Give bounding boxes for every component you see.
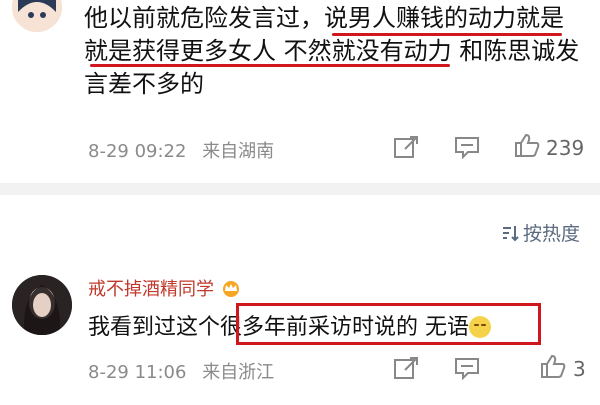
like-count: 3 (573, 357, 586, 381)
share-icon[interactable] (393, 356, 419, 380)
crown-badge-icon (223, 281, 239, 297)
comment-meta: 8-29 11:06 来自浙江 (88, 358, 274, 384)
section-divider (0, 183, 600, 195)
avatar[interactable] (12, 275, 72, 335)
red-underline (332, 33, 562, 36)
like-icon[interactable] (540, 354, 566, 378)
comment-time: 8-29 11:06 (88, 362, 187, 383)
username[interactable]: 戒不掉酒精同学 (88, 275, 242, 301)
comment-icon[interactable] (454, 135, 480, 159)
comment-location: 来自湖南 (202, 141, 275, 162)
like-icon[interactable] (514, 133, 540, 157)
username-text: 戒不掉酒精同学 (88, 279, 214, 300)
comment-meta: 8-29 09:22 来自湖南 (88, 137, 274, 163)
comment-icon[interactable] (454, 356, 480, 380)
comment-card-2: 按热度 戒不掉酒精同学 我看到过这个很多年前采访时说的 无语 8-29 11:0… (0, 195, 600, 405)
sort-icon (502, 225, 519, 241)
comment-text-before: 我看到过这个 (88, 315, 221, 340)
red-highlight-box (236, 303, 541, 345)
comment-line-1: 他以前就危险发言过，说男人赚钱的动力就是 (84, 4, 564, 32)
share-icon[interactable] (393, 135, 419, 159)
sort-label: 按热度 (522, 223, 580, 245)
comment-location: 来自浙江 (202, 362, 275, 383)
comment-card-1: 他以前就危险发言过，说男人赚钱的动力就是 就是获得更多女人 不然就没有动力 和陈… (0, 0, 600, 183)
avatar[interactable] (12, 0, 62, 32)
comment-line-3: 言差不多的 (84, 70, 204, 98)
comment-time: 8-29 09:22 (88, 141, 187, 162)
comment-body: 他以前就危险发言过，说男人赚钱的动力就是 就是获得更多女人 不然就没有动力 和陈… (84, 2, 594, 101)
sort-by-heat-button[interactable]: 按热度 (501, 219, 580, 246)
red-underline (90, 64, 450, 67)
like-count: 239 (546, 136, 585, 160)
